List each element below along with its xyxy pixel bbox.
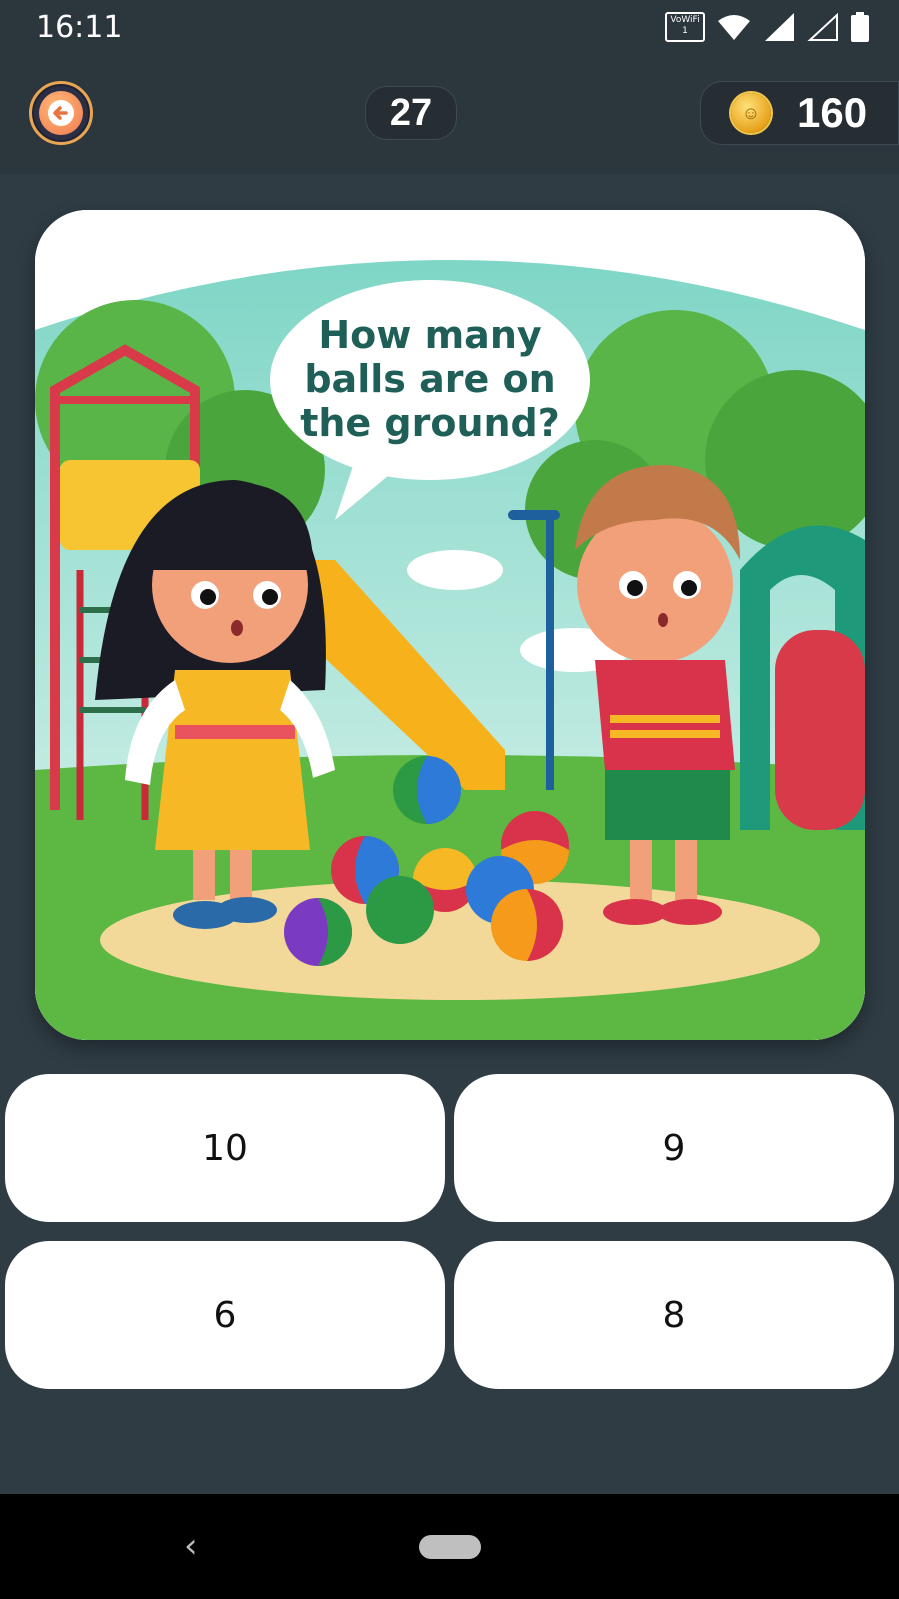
status-bar: 16:11 VoWiFi 1 xyxy=(0,0,899,54)
answer-button-3[interactable]: 6 xyxy=(5,1241,445,1389)
speech-bubble-line-3: the ground? xyxy=(300,401,560,445)
vowifi-icon: VoWiFi 1 xyxy=(665,12,705,42)
speech-bubble-line-2: balls are on xyxy=(304,357,555,401)
signal-icon xyxy=(765,13,794,41)
battery-icon xyxy=(851,12,869,42)
status-time: 16:11 xyxy=(36,10,123,45)
signal-empty-icon xyxy=(807,12,838,41)
top-bar: 27 ☺ 160 xyxy=(0,54,899,174)
coin-counter: ☺ 160 xyxy=(700,81,899,145)
answer-button-2[interactable]: 9 xyxy=(454,1074,894,1222)
nav-home-pill[interactable] xyxy=(419,1535,481,1559)
question-image: How many balls are on the ground? xyxy=(35,210,865,1040)
status-icons: VoWiFi 1 xyxy=(665,12,869,42)
coin-icon: ☺ xyxy=(731,93,771,133)
back-button[interactable] xyxy=(29,81,93,145)
back-arrow-icon xyxy=(39,91,83,135)
level-badge: 27 xyxy=(365,86,457,140)
navigation-bar: ‹ xyxy=(0,1494,899,1599)
answer-button-1[interactable]: 10 xyxy=(5,1074,445,1222)
nav-back-icon[interactable]: ‹ xyxy=(184,1526,198,1566)
speech-bubble-line-1: How many xyxy=(318,313,542,357)
answer-button-4[interactable]: 8 xyxy=(454,1241,894,1389)
playground-illustration: How many balls are on the ground? xyxy=(35,210,865,1040)
wifi-icon xyxy=(718,15,750,40)
coin-count: 160 xyxy=(797,89,868,136)
